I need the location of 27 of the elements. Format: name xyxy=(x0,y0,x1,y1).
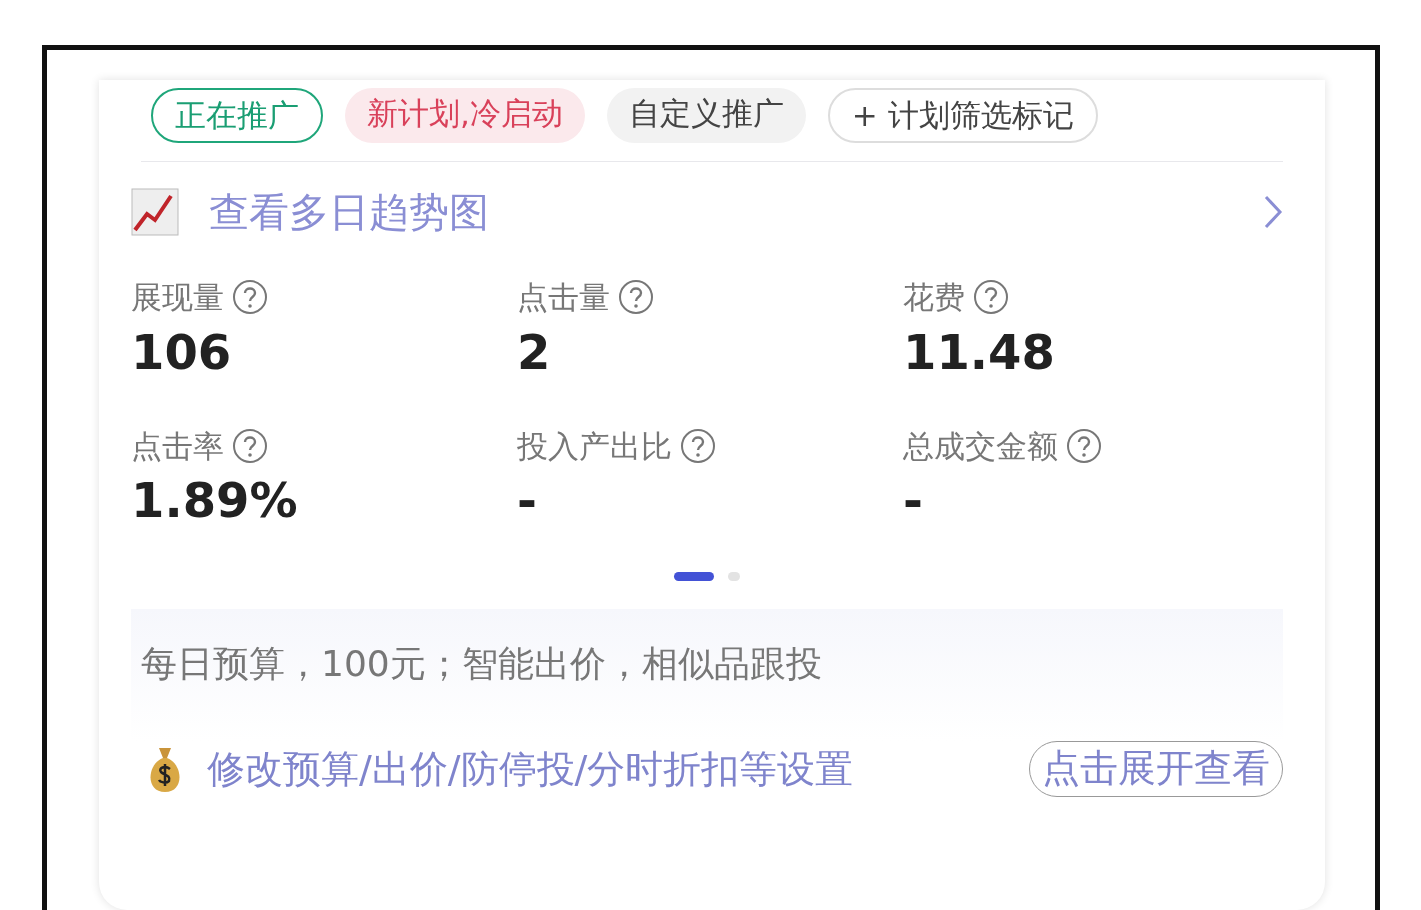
metric-value: 1.89% xyxy=(131,472,298,529)
warning-tag: 新计划,冷启动 xyxy=(345,88,585,143)
metric-value: 106 xyxy=(131,323,232,380)
help-icon[interactable] xyxy=(973,279,1009,316)
expand-button[interactable]: 点击展开查看 xyxy=(1029,741,1283,798)
help-icon[interactable] xyxy=(680,428,716,465)
metric-value: 2 xyxy=(517,323,551,380)
metric-label: 花费 xyxy=(903,278,965,317)
chart-icon xyxy=(131,188,179,236)
metric-label: 总成交金额 xyxy=(903,426,1058,466)
help-icon[interactable] xyxy=(618,279,654,316)
metric-value: 11.48 xyxy=(903,323,1055,380)
help-icon[interactable] xyxy=(232,428,268,465)
add-tag-button[interactable]: + 计划筛选标记 xyxy=(827,88,1098,143)
help-icon[interactable] xyxy=(232,279,268,316)
chevron-right-icon xyxy=(1263,195,1283,229)
status-tag: 正在推广 xyxy=(151,88,323,143)
metric-label: 点击量 xyxy=(517,278,610,317)
metric-label: 点击率 xyxy=(131,426,224,466)
metric-label: 投入产出比 xyxy=(517,426,672,466)
metric-label: 展现量 xyxy=(131,278,224,317)
category-tag: 自定义推广 xyxy=(606,88,806,143)
settings-link[interactable]: 修改预算/出价/防停投/分时折扣等设置 xyxy=(207,740,854,798)
trend-link[interactable]: 查看多日趋势图 xyxy=(131,162,1283,262)
help-icon[interactable] xyxy=(1066,428,1102,465)
metric-value: - xyxy=(517,472,537,529)
metric-value: - xyxy=(903,472,923,529)
